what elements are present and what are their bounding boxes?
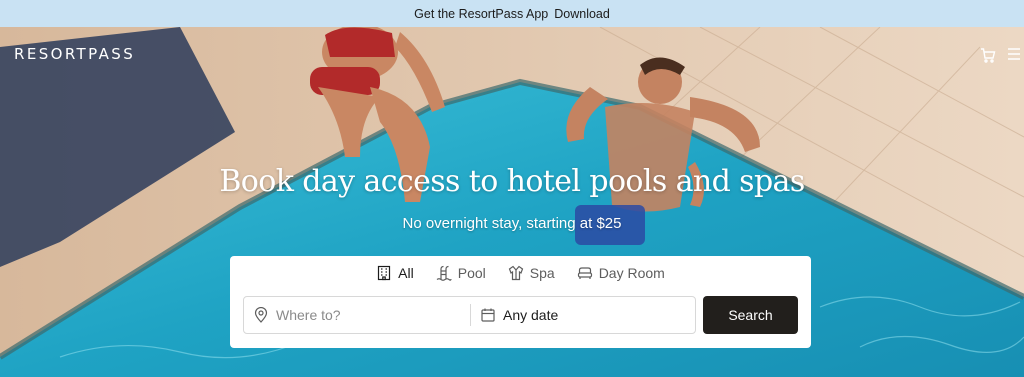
- promo-bar: Get the ResortPass App Download: [0, 0, 1024, 27]
- tab-pool[interactable]: Pool: [436, 265, 486, 281]
- location-field[interactable]: [244, 297, 470, 333]
- promo-text: Get the ResortPass App: [414, 6, 549, 21]
- download-link[interactable]: Download: [554, 7, 610, 21]
- map-pin-icon: [254, 307, 268, 323]
- tab-pool-label: Pool: [457, 265, 486, 281]
- bed-icon: [577, 267, 592, 279]
- search-card: All Pool Spa Day Room Where to? Any date…: [230, 256, 811, 348]
- calendar-icon: [481, 308, 495, 322]
- date-value: Any date: [503, 307, 559, 323]
- tab-spa[interactable]: Spa: [508, 265, 555, 281]
- cart-icon[interactable]: [980, 47, 996, 63]
- search-fields: Any date: [243, 296, 696, 334]
- building-icon: [378, 265, 391, 281]
- tab-all-label: All: [398, 265, 414, 281]
- hamburger-menu-icon[interactable]: [1008, 47, 1020, 61]
- resortpass-logo[interactable]: RESORTPASS: [14, 45, 135, 63]
- hero-headline: Book day access to hotel pools and spas: [219, 164, 805, 199]
- tab-spa-label: Spa: [529, 265, 555, 281]
- spa-robe-icon: [508, 265, 523, 281]
- search-button[interactable]: Search: [703, 296, 798, 334]
- hero-subline: No overnight stay, starting at $25: [402, 215, 622, 232]
- category-tabs: All Pool Spa Day Room: [230, 265, 811, 281]
- date-field[interactable]: Any date: [471, 297, 695, 333]
- where-input[interactable]: [276, 307, 456, 323]
- pool-ladder-icon: [436, 265, 452, 281]
- tab-day-room[interactable]: Day Room: [577, 265, 665, 281]
- tab-all[interactable]: All: [376, 265, 414, 281]
- tab-day-room-label: Day Room: [598, 265, 665, 281]
